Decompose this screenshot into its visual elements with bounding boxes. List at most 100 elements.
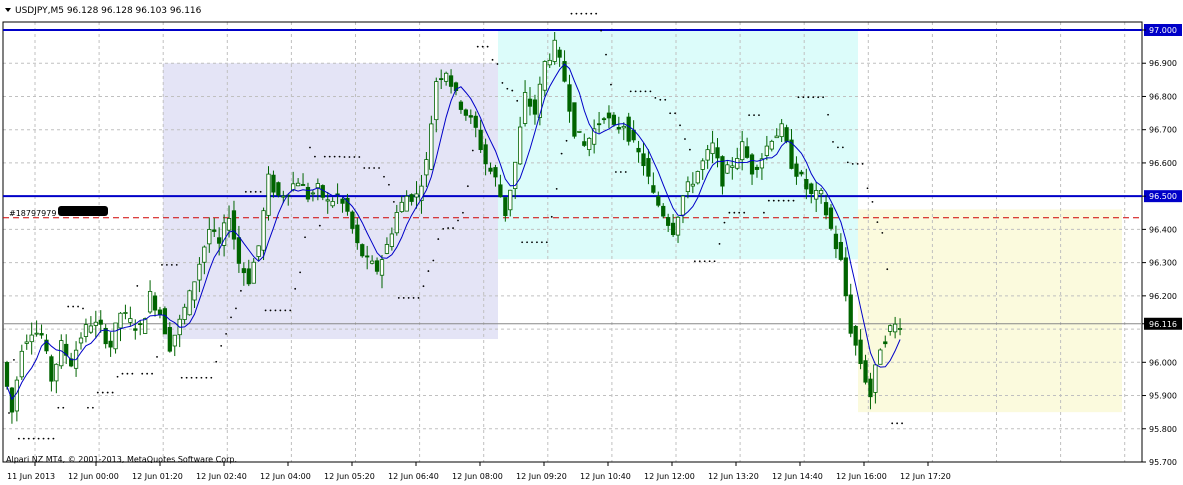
sar-dot — [195, 376, 198, 379]
candle-body — [261, 210, 266, 251]
candle-body — [527, 98, 533, 107]
session-boxes — [163, 30, 1122, 413]
candle-body — [147, 291, 153, 313]
candle-body — [365, 255, 370, 258]
candle-body — [350, 211, 355, 229]
candle-body — [429, 123, 434, 170]
candle-body — [162, 308, 168, 335]
sar-dot — [792, 199, 795, 202]
sar-dot — [412, 297, 415, 299]
sar-dot — [802, 96, 805, 99]
sar-dot — [220, 344, 223, 347]
chart-window[interactable]: 97.000 96.900 96.800 96.700 96.600 96.500 96.4… — [0, 0, 1183, 485]
sar-dot — [866, 187, 869, 190]
candle-body — [764, 145, 769, 156]
candle-body — [601, 118, 607, 121]
candle-body — [893, 323, 898, 333]
sar-dot — [782, 199, 785, 202]
candle-body — [202, 246, 207, 263]
sar-dot — [723, 221, 726, 224]
sar-dot — [861, 162, 864, 165]
candle-body — [779, 123, 784, 138]
sar-dot — [659, 98, 662, 101]
sar-dot — [427, 270, 430, 272]
sar-dot — [481, 45, 484, 48]
candle-body — [848, 294, 853, 334]
candle-body — [577, 130, 582, 133]
candle-body — [537, 83, 543, 118]
sar-dot — [57, 406, 60, 409]
candle-body — [78, 337, 84, 344]
candle-body — [152, 295, 158, 311]
candle-body — [355, 224, 360, 244]
sar-dot — [259, 190, 262, 193]
sar-dot — [629, 90, 632, 93]
price-tick-label: 96.500 — [1149, 192, 1177, 201]
sar-dot — [205, 376, 208, 379]
candle-body — [463, 109, 468, 116]
time-tick-label: 12 Jun 13:20 — [708, 472, 759, 481]
price-chart[interactable]: 97.000 96.900 96.800 96.700 96.600 96.500 96.4… — [0, 0, 1183, 485]
candle-body — [690, 183, 695, 187]
sar-dot — [654, 96, 657, 99]
sar-dot — [284, 309, 287, 312]
sar-dot — [886, 268, 889, 271]
sar-dot — [669, 112, 672, 115]
sar-dot — [269, 309, 272, 312]
candle-body — [774, 135, 779, 139]
candle-body — [897, 328, 903, 330]
time-tick-label: 12 Jun 01:20 — [132, 472, 183, 481]
candle-body — [24, 341, 29, 344]
candle-body — [19, 350, 24, 378]
sar-dot — [141, 372, 144, 375]
price-tick-label: 96.200 — [1149, 292, 1177, 301]
price-tick-label: 96.600 — [1149, 159, 1177, 168]
candle-body — [439, 78, 444, 81]
sar-dot — [27, 437, 30, 440]
sar-dot — [136, 285, 139, 287]
candle-body — [651, 185, 656, 193]
candle-body — [4, 362, 10, 387]
candle-body — [330, 201, 335, 207]
sar-dot — [161, 263, 163, 266]
session-box-us — [858, 209, 1122, 413]
time-tick-label: 12 Jun 00:00 — [68, 472, 119, 481]
candle-body — [315, 183, 320, 189]
time-tick-label: 12 Jun 16:00 — [836, 472, 887, 481]
price-axis: 97.000 96.900 96.800 96.700 96.600 96.500 96.4… — [1142, 24, 1182, 467]
sar-dot — [67, 305, 70, 308]
candle-body — [281, 195, 286, 198]
candle-body — [784, 127, 789, 142]
candle-body — [705, 149, 710, 161]
sar-dot — [876, 221, 879, 224]
candle-body — [710, 142, 715, 155]
sar-dot — [476, 45, 479, 48]
candle-body — [369, 260, 375, 264]
time-tick-label: 12 Jun 06:40 — [388, 472, 439, 481]
sar-dot — [496, 63, 499, 65]
sar-dot — [32, 437, 35, 440]
sar-dot — [106, 391, 109, 394]
candle-body — [236, 237, 242, 264]
candle-body — [799, 171, 804, 175]
sar-dot — [590, 12, 593, 15]
candle-body — [434, 81, 439, 121]
sar-dot — [363, 167, 366, 169]
sar-dot — [392, 201, 395, 203]
candle-body — [374, 260, 380, 272]
candle-body — [809, 183, 814, 194]
candle-body — [636, 147, 641, 153]
candle-body — [695, 171, 700, 184]
sar-dot — [758, 114, 760, 117]
sar-dot — [545, 241, 548, 244]
candle-body — [93, 321, 98, 326]
sar-dot — [402, 297, 405, 299]
sar-dot — [101, 391, 104, 394]
sar-dot — [249, 190, 252, 193]
candle-body — [518, 126, 523, 165]
candle-body — [143, 318, 148, 334]
candle-body — [379, 259, 385, 276]
sar-dot — [299, 271, 302, 274]
chart-menu-triangle-icon[interactable] — [5, 8, 11, 12]
sar-dot — [728, 211, 731, 214]
